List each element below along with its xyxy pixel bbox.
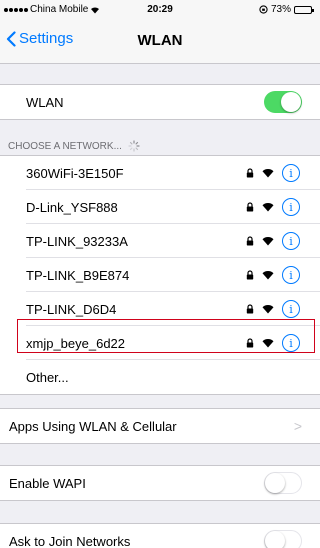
- wapi-toggle[interactable]: [264, 472, 302, 494]
- network-row[interactable]: TP-LINK_93233A i: [0, 224, 320, 258]
- network-name: TP-LINK_93233A: [26, 233, 128, 249]
- network-name: D-Link_YSF888: [26, 199, 118, 215]
- ask-join-group: Ask to Join Networks: [0, 523, 320, 548]
- enable-wapi-label: Enable WAPI: [9, 475, 86, 491]
- lock-icon: [246, 234, 254, 249]
- info-button[interactable]: i: [282, 198, 300, 216]
- lock-icon: [246, 302, 254, 317]
- wapi-group: Enable WAPI: [0, 465, 320, 501]
- wifi-signal-icon: [262, 268, 274, 283]
- network-row[interactable]: TP-LINK_B9E874 i: [0, 258, 320, 292]
- lock-icon: [246, 268, 254, 283]
- apps-using-wlan-label: Apps Using WLAN & Cellular: [9, 418, 177, 434]
- network-name: 360WiFi-3E150F: [26, 165, 124, 181]
- networks-section-header: CHOOSE A NETWORK...: [8, 140, 140, 152]
- navigation-bar: Settings WLAN: [0, 20, 320, 64]
- chevron-right-icon: >: [293, 418, 302, 434]
- ask-to-join-label: Ask to Join Networks: [9, 533, 131, 548]
- info-button[interactable]: i: [282, 232, 300, 250]
- enable-wapi-row: Enable WAPI: [0, 466, 320, 500]
- wifi-signal-icon: [262, 234, 274, 249]
- rotation-lock-icon: [259, 5, 268, 14]
- status-bar: China Mobile 20:29 73%: [0, 0, 320, 20]
- wifi-signal-icon: [262, 166, 274, 181]
- wlan-label: WLAN: [26, 94, 64, 110]
- info-button[interactable]: i: [282, 300, 300, 318]
- status-right: 73%: [259, 4, 314, 15]
- other-network-row[interactable]: Other...: [0, 360, 320, 394]
- ask-to-join-toggle[interactable]: [264, 530, 302, 548]
- wlan-toggle[interactable]: [264, 91, 302, 113]
- network-row[interactable]: D-Link_YSF888 i: [0, 190, 320, 224]
- apps-group: Apps Using WLAN & Cellular >: [0, 408, 320, 444]
- network-name: TP-LINK_B9E874: [26, 267, 130, 283]
- wlan-group: WLAN: [0, 84, 320, 120]
- apps-using-wlan-row[interactable]: Apps Using WLAN & Cellular >: [0, 409, 320, 443]
- network-row[interactable]: 360WiFi-3E150F i: [0, 156, 320, 190]
- page-title: WLAN: [137, 32, 183, 49]
- networks-list: 360WiFi-3E150F i D-Link_YSF888 i TP-LINK…: [0, 155, 320, 395]
- battery-icon: [294, 5, 314, 14]
- network-name: TP-LINK_D6D4: [26, 301, 117, 317]
- wifi-signal-icon: [262, 200, 274, 215]
- networks-header-label: CHOOSE A NETWORK...: [8, 140, 122, 152]
- info-button[interactable]: i: [282, 164, 300, 182]
- wifi-signal-icon: [262, 302, 274, 317]
- battery-percent: 73%: [270, 4, 291, 15]
- lock-icon: [246, 200, 254, 215]
- lock-icon: [246, 166, 254, 181]
- ask-to-join-row: Ask to Join Networks: [0, 524, 320, 548]
- highlight-box: [17, 319, 315, 353]
- other-network-label: Other...: [26, 369, 69, 385]
- wlan-row: WLAN: [0, 85, 320, 119]
- info-button[interactable]: i: [282, 266, 300, 284]
- loading-spinner-icon: [128, 140, 140, 152]
